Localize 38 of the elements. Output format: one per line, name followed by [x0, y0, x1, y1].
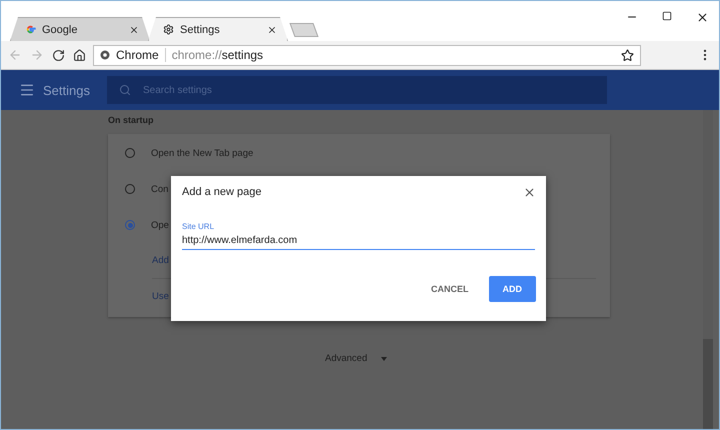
close-icon: [696, 11, 709, 24]
close-icon[interactable]: [129, 24, 139, 34]
forward-icon: [30, 48, 44, 62]
search-icon: [119, 84, 131, 96]
browser-tab[interactable]: Settings: [148, 17, 288, 41]
scrollbar[interactable]: [703, 110, 713, 429]
option-label: Ope: [151, 220, 169, 230]
field-label: Site URL: [182, 222, 216, 231]
reload-button[interactable]: [51, 48, 66, 62]
search-bar[interactable]: Search settings: [107, 76, 607, 104]
google-logo-icon: [25, 24, 36, 35]
option-label: Open the New Tab page: [151, 148, 254, 158]
site-info-icon: [100, 50, 110, 60]
close-icon: [523, 186, 536, 198]
home-button[interactable]: [72, 48, 87, 62]
radio-button[interactable]: [125, 148, 135, 158]
browser-tab[interactable]: Google: [10, 17, 150, 41]
reload-icon: [52, 48, 65, 62]
bookmark-star-icon[interactable]: [621, 48, 634, 62]
option-label: Con: [151, 184, 168, 194]
page-title: Settings: [43, 82, 91, 98]
home-icon: [73, 48, 86, 62]
gear-icon: [163, 24, 174, 35]
menu-icon[interactable]: [19, 82, 35, 98]
section-title: On startup: [108, 115, 155, 125]
search-field[interactable]: Search settings: [141, 84, 607, 96]
add-button[interactable]: ADD: [488, 276, 536, 302]
back-icon: [8, 48, 22, 62]
radio-button[interactable]: [125, 220, 135, 230]
caret-icon: [381, 356, 388, 360]
close-icon[interactable]: [267, 24, 277, 34]
url-input-field[interactable]: http://www.elmefarda.com: [182, 233, 535, 250]
maximize-icon: [662, 11, 672, 21]
cancel-button[interactable]: CANCEL: [423, 276, 476, 302]
close-button[interactable]: [523, 186, 536, 198]
radio-button[interactable]: [125, 184, 135, 194]
address-bar[interactable]: Chrome chrome://settings: [93, 44, 641, 66]
dialog-title: Add a new page: [182, 186, 262, 198]
